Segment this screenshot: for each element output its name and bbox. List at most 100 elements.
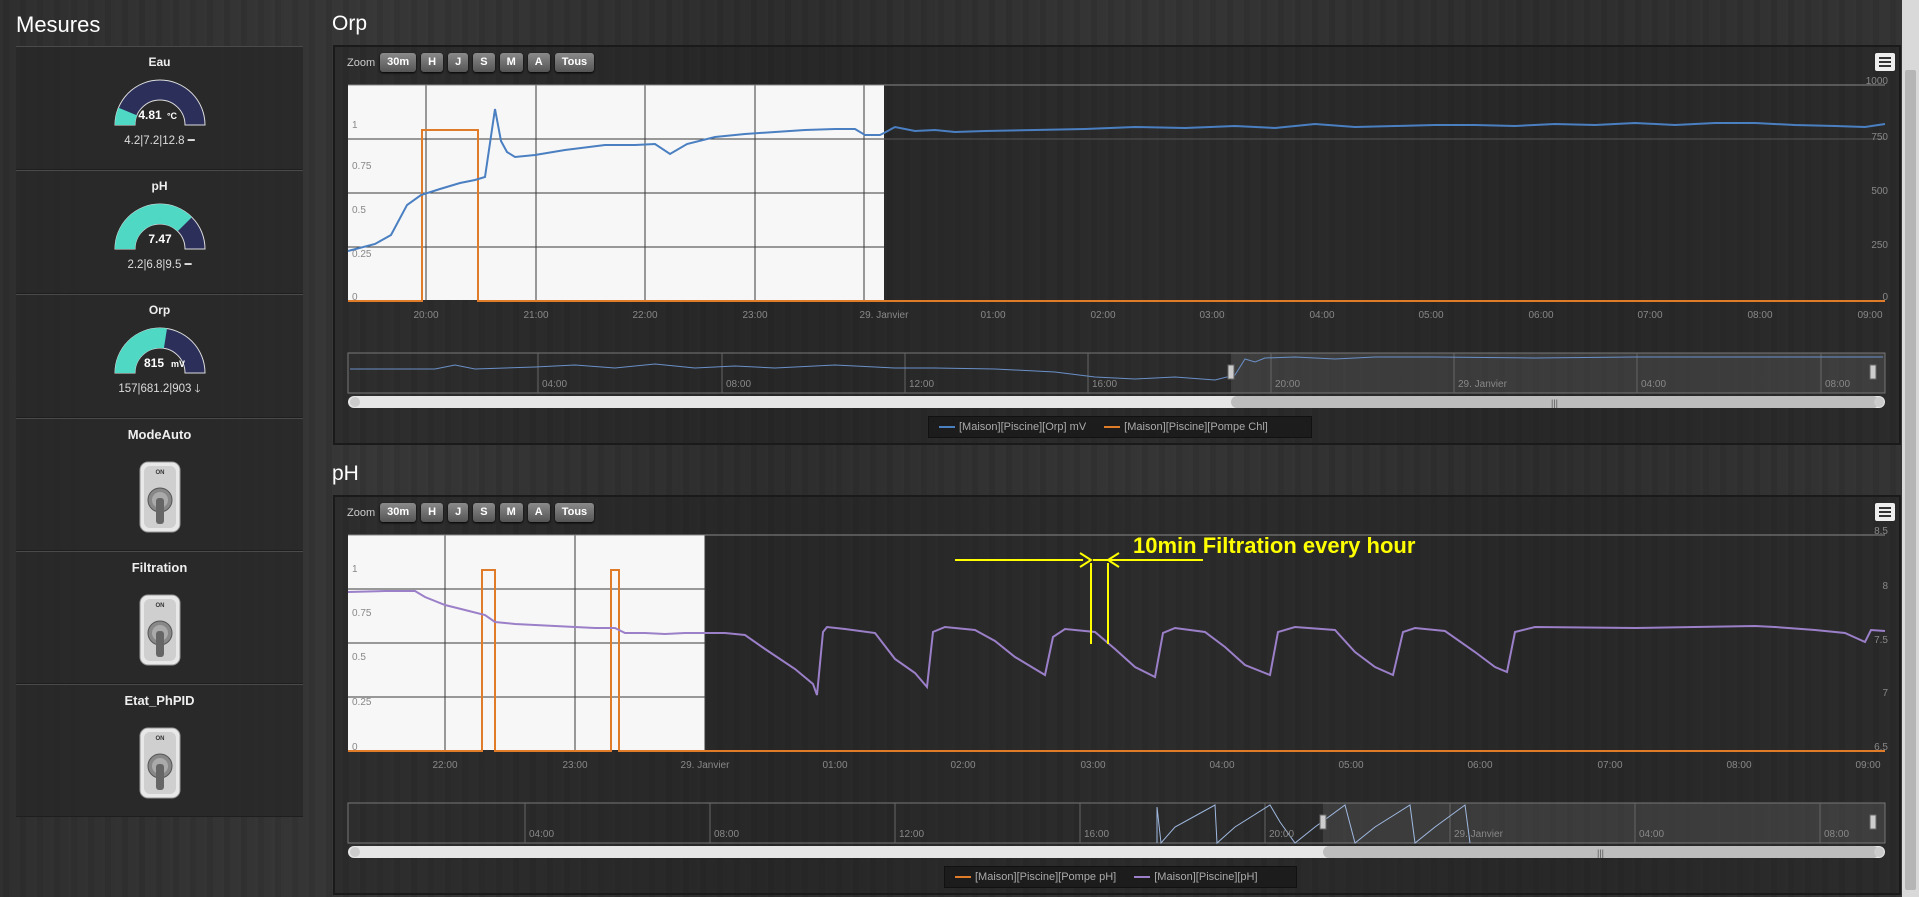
- toggle-widget-modeauto: ModeAuto ON: [16, 418, 303, 551]
- sidebar-title: Mesures: [16, 12, 101, 37]
- nav-tick: 04:00: [1641, 379, 1666, 390]
- x-tick: 22:00: [432, 760, 457, 771]
- left-tick: 0.75: [352, 161, 372, 172]
- x-tick: 01:00: [822, 760, 847, 771]
- legend-item-pump-chl[interactable]: [Maison][Piscine][Pompe Chl]: [1104, 421, 1268, 433]
- nav-tick: 08:00: [1825, 379, 1850, 390]
- left-tick: 0.25: [352, 697, 372, 708]
- ph-panel-title: pH: [332, 462, 359, 485]
- right-tick: 500: [1871, 186, 1888, 197]
- ph-legend: [Maison][Piscine][Pompe pH] [Maison][Pis…: [944, 866, 1297, 888]
- x-tick: 08:00: [1747, 310, 1772, 321]
- x-tick: 22:00: [632, 310, 657, 321]
- x-tick: 23:00: [562, 760, 587, 771]
- right-tick: 750: [1871, 132, 1888, 143]
- legend-label: [Maison][Piscine][Pompe Chl]: [1124, 421, 1268, 433]
- toggle-switch-icon[interactable]: ON: [135, 458, 185, 536]
- page-scrollbar-thumb[interactable]: [1905, 70, 1916, 890]
- gauge-unit: °C: [166, 111, 177, 121]
- nav-tick: 04:00: [529, 829, 554, 840]
- gauge-dial: 815 mV: [113, 327, 206, 374]
- page-scrollbar[interactable]: [1902, 0, 1919, 897]
- left-tick: 0.25: [352, 249, 372, 260]
- gauge-dial: 4.81 °C: [113, 79, 206, 126]
- toggle-name: Etat_PhPID: [124, 693, 195, 708]
- legend-swatch-icon: [1134, 876, 1151, 879]
- nav-tick: 12:00: [899, 829, 924, 840]
- trend-down-icon: 🡓: [194, 383, 201, 395]
- x-tick: 05:00: [1418, 310, 1443, 321]
- gauge-widget-ph[interactable]: pH 7.47 2.2|6.8|9.5 ━: [16, 170, 303, 294]
- nav-tick: 16:00: [1092, 379, 1117, 390]
- nav-tick: 29. Janvier: [1454, 829, 1504, 840]
- toggle-switch-icon[interactable]: ON: [135, 591, 185, 669]
- toggle-on-label: ON: [155, 603, 164, 609]
- x-tick: 03:00: [1199, 310, 1224, 321]
- gauge-minmax: 2.2|6.8|9.5: [127, 259, 182, 271]
- gauge-unit: mV: [170, 359, 184, 369]
- left-tick: 0.5: [352, 652, 366, 663]
- x-tick: 04:00: [1209, 760, 1234, 771]
- nav-handle-left[interactable]: [1227, 364, 1235, 380]
- legend-item-ph[interactable]: [Maison][Piscine][pH]: [1134, 871, 1258, 883]
- nav-tick: 08:00: [726, 379, 751, 390]
- gauge-dial: 7.47: [113, 203, 206, 250]
- right-tick: 250: [1871, 240, 1888, 251]
- x-tick: 06:00: [1467, 760, 1492, 771]
- legend-item-pump-ph[interactable]: [Maison][Piscine][Pompe pH]: [955, 871, 1116, 883]
- trend-flat-icon: ━: [187, 135, 195, 147]
- orp-panel-title: Orp: [332, 12, 368, 35]
- x-tick: 20:00: [413, 310, 438, 321]
- ph-chart-svg: 1 0.75 0.5 0.25 0 8.5 8 7.5 7 6.5 10min …: [347, 526, 1888, 858]
- orp-chart-panel: Zoom 30m H J S M A Tous 1 0.75 0.5 0.25 …: [333, 45, 1901, 445]
- x-tick: 09:00: [1857, 310, 1882, 321]
- sidebar: Mesures Eau 4.81 °C 4.2|7.2|12.8 ━ pH 7.…: [16, 0, 303, 817]
- nav-tick: 04:00: [542, 379, 567, 390]
- right-tick: 1000: [1866, 76, 1889, 87]
- ph-navigator[interactable]: 04:00 08:00 12:00 16:00 20:00 29. Janvie…: [347, 802, 1886, 845]
- toggle-on-label: ON: [155, 470, 164, 476]
- annotation-text: 10min Filtration every hour: [1133, 533, 1416, 558]
- toggle-on-label: ON: [155, 736, 164, 742]
- x-tick: 03:00: [1080, 760, 1105, 771]
- x-tick: 06:00: [1528, 310, 1553, 321]
- x-tick: 04:00: [1309, 310, 1334, 321]
- left-tick: 0.5: [352, 205, 366, 216]
- toggle-switch-icon[interactable]: ON: [135, 724, 185, 802]
- gauge-minmax: 157|681.2|903: [118, 383, 192, 395]
- nav-tick: 08:00: [714, 829, 739, 840]
- nav-tick: 04:00: [1639, 829, 1664, 840]
- trend-flat-icon: ━: [184, 259, 192, 271]
- legend-label: [Maison][Piscine][Orp] mV: [959, 421, 1087, 433]
- gauge-value: 815: [143, 356, 163, 370]
- legend-swatch-icon: [1104, 426, 1121, 429]
- x-tick: 21:00: [523, 310, 548, 321]
- x-tick: 09:00: [1855, 760, 1880, 771]
- legend-label: [Maison][Piscine][Pompe pH]: [975, 871, 1117, 883]
- left-tick: 0.75: [352, 608, 372, 619]
- gauge-name: Orp: [148, 303, 171, 317]
- toggle-name: ModeAuto: [127, 427, 192, 442]
- orp-navigator[interactable]: 04:00 08:00 12:00 16:00 20:00 29. Janvie…: [347, 352, 1886, 394]
- x-tick: 02:00: [950, 760, 975, 771]
- legend-swatch-icon: [939, 426, 955, 429]
- nav-tick: 16:00: [1084, 829, 1109, 840]
- nav-tick: 12:00: [909, 379, 934, 390]
- nav-handle-left[interactable]: [1319, 814, 1327, 830]
- nav-handle-right[interactable]: [1869, 364, 1877, 380]
- gauge-widget-orp[interactable]: Orp 815 mV 157|681.2|903 🡓: [16, 294, 303, 418]
- left-tick: 1: [352, 120, 358, 131]
- svg-text:|||: |||: [1551, 398, 1558, 408]
- ph-nav-scrollbar[interactable]: |||: [348, 846, 1885, 858]
- toggle-widget-etat-phpid: Etat_PhPID ON: [16, 684, 303, 817]
- legend-item-orp[interactable]: [Maison][Piscine][Orp] mV: [939, 421, 1086, 433]
- right-tick: 7: [1882, 688, 1888, 699]
- filtration-annotation: 10min Filtration every hour: [955, 533, 1416, 644]
- nav-tick: 08:00: [1824, 829, 1849, 840]
- nav-tick: 20:00: [1275, 379, 1300, 390]
- orp-chart-svg: 1 0.75 0.5 0.25 0 1000 750 500 250 0 20:…: [347, 76, 1889, 408]
- gauge-name: Eau: [148, 55, 171, 69]
- nav-handle-right[interactable]: [1869, 814, 1877, 830]
- gauge-widget-eau[interactable]: Eau 4.81 °C 4.2|7.2|12.8 ━: [16, 46, 303, 170]
- orp-nav-scrollbar[interactable]: |||: [348, 396, 1885, 408]
